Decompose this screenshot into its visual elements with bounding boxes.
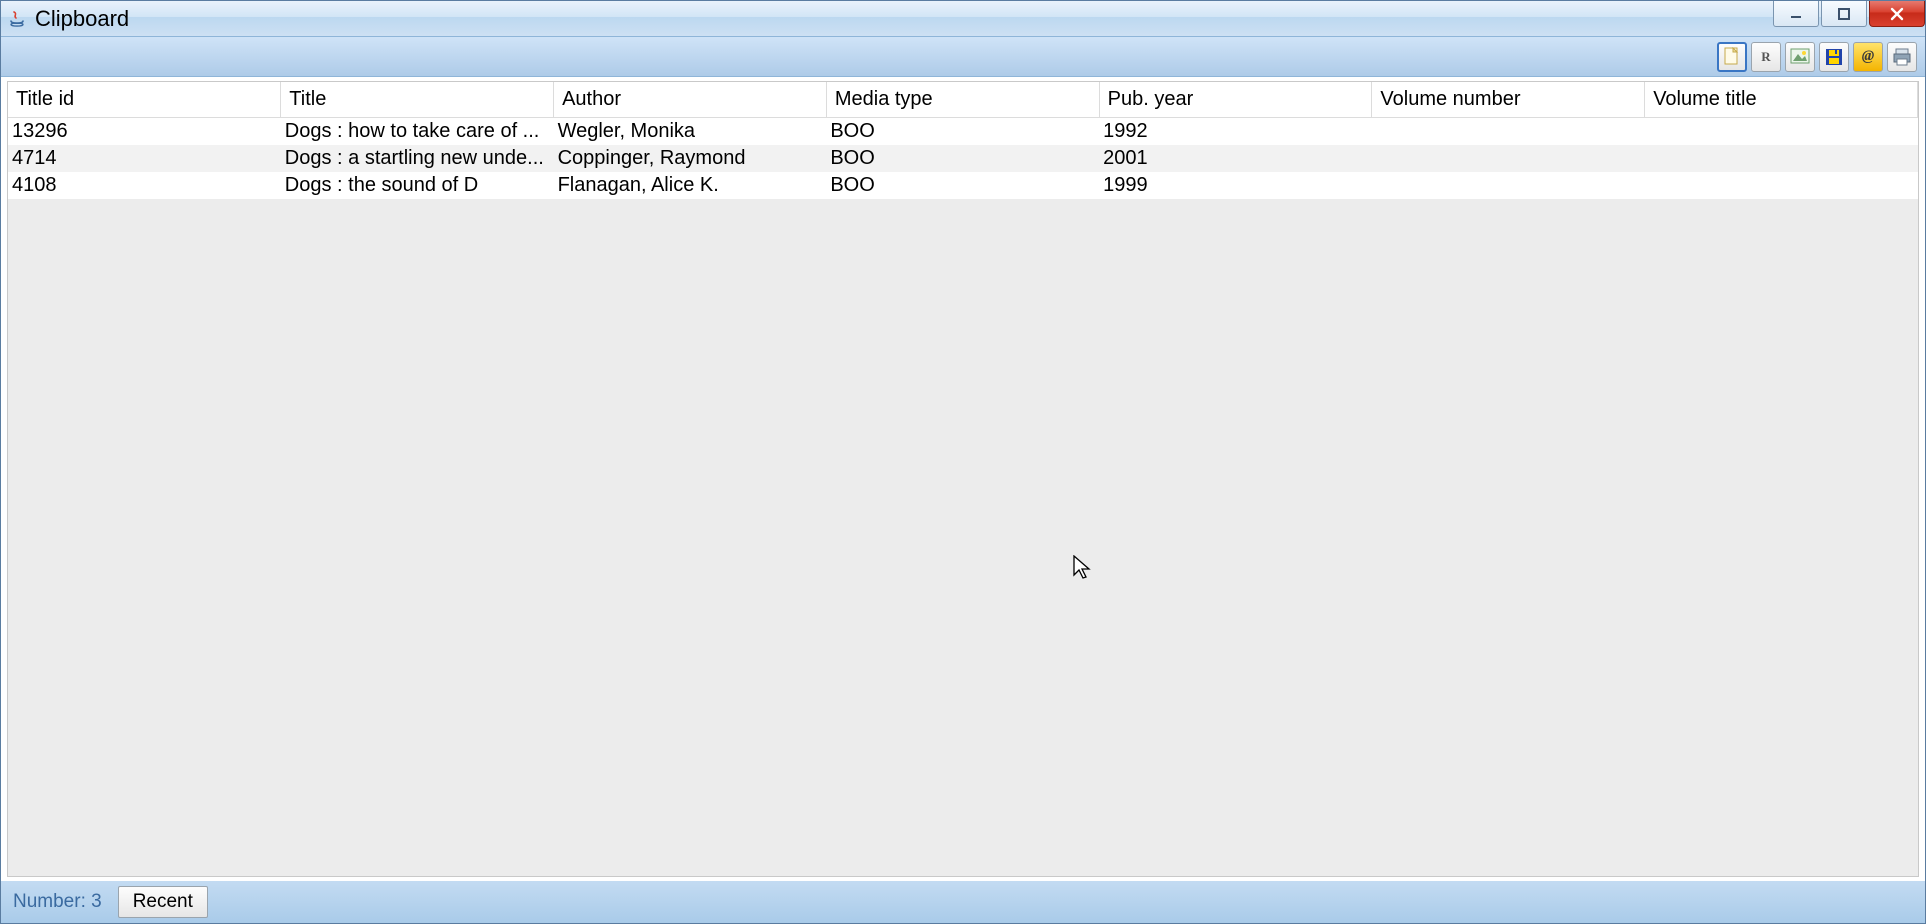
cell-volume_number[interactable] xyxy=(1372,172,1645,199)
print-icon xyxy=(1892,47,1912,67)
cell-media_type[interactable]: BOO xyxy=(826,145,1099,172)
table-row[interactable]: 4108Dogs : the sound of DFlanagan, Alice… xyxy=(8,172,1918,199)
column-header[interactable]: Pub. year xyxy=(1099,82,1372,118)
column-header[interactable]: Title id xyxy=(8,82,281,118)
cell-media_type[interactable]: BOO xyxy=(826,118,1099,146)
cell-volume_title[interactable] xyxy=(1645,172,1918,199)
cell-pub_year[interactable]: 1999 xyxy=(1099,172,1372,199)
cell-volume_number[interactable] xyxy=(1372,145,1645,172)
column-header[interactable]: Author xyxy=(554,82,827,118)
statusbar: Number: 3 Recent xyxy=(1,881,1925,923)
results-table[interactable]: Title idTitleAuthorMedia typePub. yearVo… xyxy=(8,82,1918,199)
column-header[interactable]: Media type xyxy=(826,82,1099,118)
cell-pub_year[interactable]: 2001 xyxy=(1099,145,1372,172)
email-icon: @ xyxy=(1862,48,1874,65)
save-button[interactable] xyxy=(1819,42,1849,72)
window-controls xyxy=(1773,1,1925,36)
r-icon: R xyxy=(1761,49,1770,65)
r-button[interactable]: R xyxy=(1751,42,1781,72)
new-document-button[interactable] xyxy=(1717,42,1747,72)
cell-volume_title[interactable] xyxy=(1645,145,1918,172)
new-document-icon xyxy=(1723,47,1741,67)
window-title: Clipboard xyxy=(35,6,1773,32)
record-count: Number: 3 xyxy=(13,891,102,913)
cell-volume_number[interactable] xyxy=(1372,118,1645,146)
print-button[interactable] xyxy=(1887,42,1917,72)
table-row[interactable]: 13296Dogs : how to take care of ...Wegle… xyxy=(8,118,1918,146)
save-icon xyxy=(1824,47,1844,67)
column-header[interactable]: Volume number xyxy=(1372,82,1645,118)
clipboard-window: Clipboard R xyxy=(0,0,1926,924)
maximize-button[interactable] xyxy=(1821,1,1867,27)
minimize-button[interactable] xyxy=(1773,1,1819,27)
column-header[interactable]: Title xyxy=(281,82,554,118)
titlebar[interactable]: Clipboard xyxy=(1,1,1925,37)
column-header[interactable]: Volume title xyxy=(1645,82,1918,118)
table-header-row[interactable]: Title idTitleAuthorMedia typePub. yearVo… xyxy=(8,82,1918,118)
cell-author[interactable]: Wegler, Monika xyxy=(554,118,827,146)
image-button[interactable] xyxy=(1785,42,1815,72)
cell-title_id[interactable]: 4714 xyxy=(8,145,281,172)
cell-title[interactable]: Dogs : how to take care of ... xyxy=(281,118,554,146)
close-button[interactable] xyxy=(1869,1,1925,27)
toolbar: R @ xyxy=(1,37,1925,77)
cell-volume_title[interactable] xyxy=(1645,118,1918,146)
cell-media_type[interactable]: BOO xyxy=(826,172,1099,199)
cell-author[interactable]: Flanagan, Alice K. xyxy=(554,172,827,199)
cell-title_id[interactable]: 13296 xyxy=(8,118,281,146)
cell-title[interactable]: Dogs : the sound of D xyxy=(281,172,554,199)
cell-title_id[interactable]: 4108 xyxy=(8,172,281,199)
recent-button[interactable]: Recent xyxy=(118,886,208,918)
content-area: Title idTitleAuthorMedia typePub. yearVo… xyxy=(7,81,1919,877)
java-icon xyxy=(7,9,27,29)
cell-title[interactable]: Dogs : a startling new unde... xyxy=(281,145,554,172)
email-button[interactable]: @ xyxy=(1853,42,1883,72)
cell-author[interactable]: Coppinger, Raymond xyxy=(554,145,827,172)
cell-pub_year[interactable]: 1992 xyxy=(1099,118,1372,146)
image-icon xyxy=(1790,48,1810,66)
table-empty-area[interactable] xyxy=(8,199,1918,876)
table-row[interactable]: 4714Dogs : a startling new unde...Coppin… xyxy=(8,145,1918,172)
